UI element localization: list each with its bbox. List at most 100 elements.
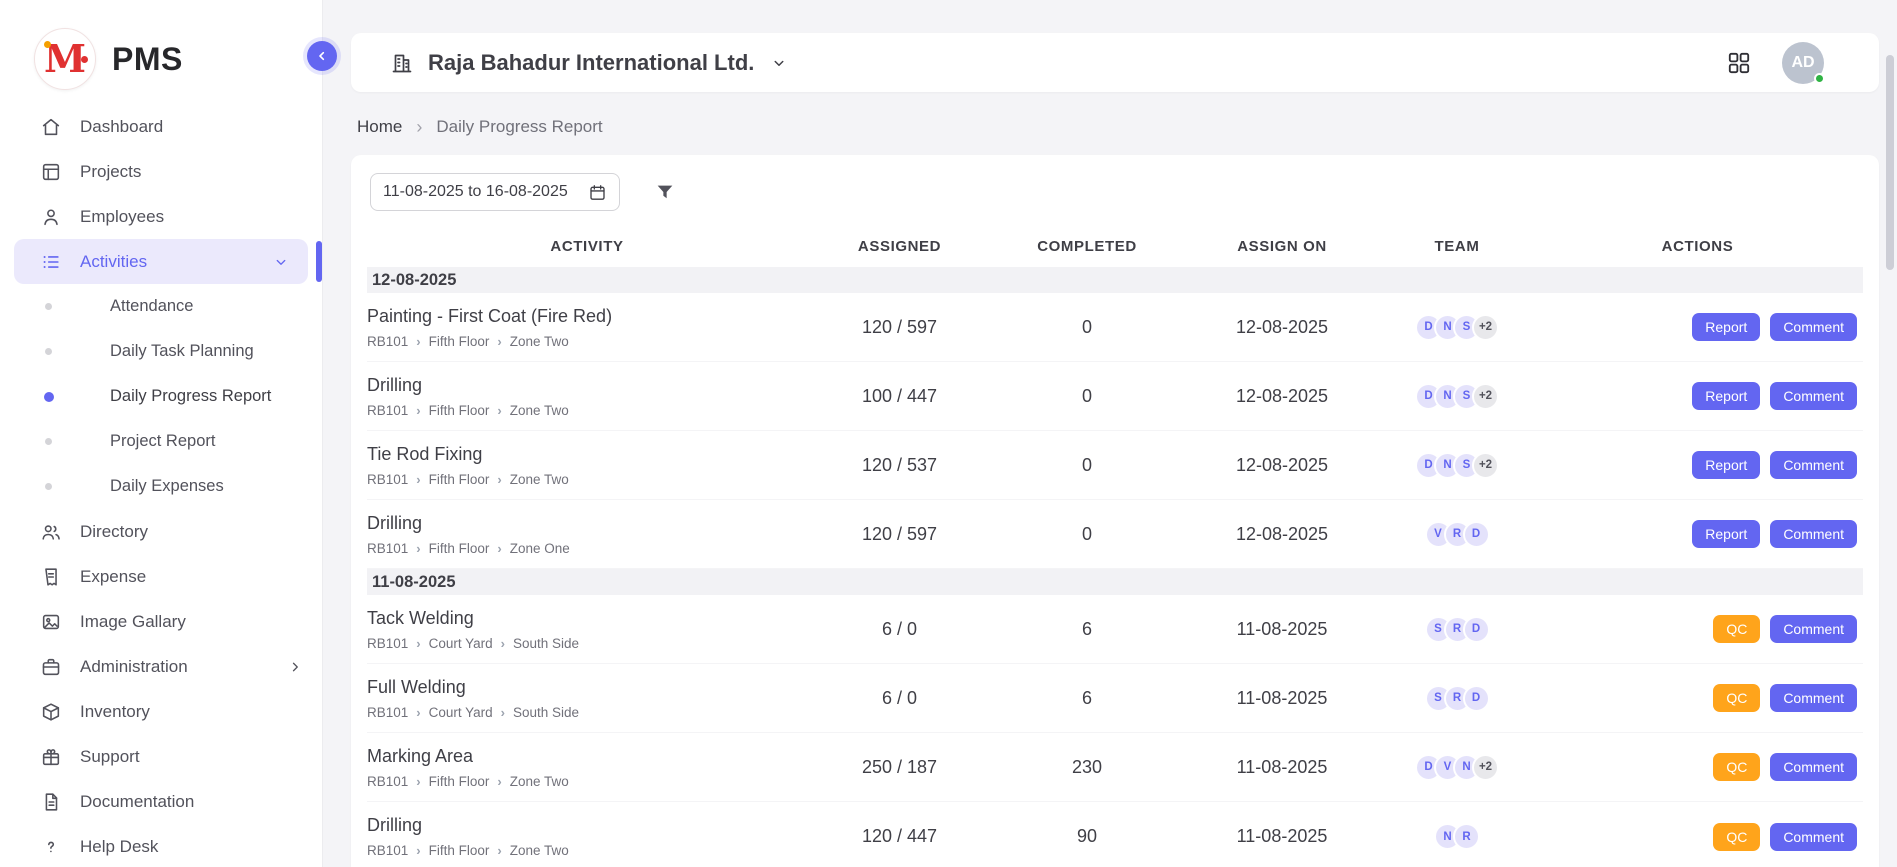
location-segment: Zone Two <box>510 774 569 789</box>
sidebar-subitem-daily-expenses[interactable]: Daily Expenses <box>0 464 322 509</box>
completed-value: 0 <box>992 524 1182 545</box>
user-avatar[interactable]: AD <box>1782 42 1824 84</box>
comment-button[interactable]: Comment <box>1770 520 1857 548</box>
sidebar-item-image-gallary[interactable]: Image Gallary <box>0 599 322 644</box>
completed-value: 6 <box>992 688 1182 709</box>
sidebar-subitem-attendance[interactable]: Attendance <box>0 284 322 329</box>
assigned-value: 250 / 187 <box>807 757 992 778</box>
assign-on-date: 11-08-2025 <box>1182 619 1382 640</box>
sidebar-item-directory[interactable]: Directory <box>0 509 322 554</box>
team-avatar-more[interactable]: +2 <box>1472 383 1499 410</box>
filter-funnel-icon[interactable] <box>654 181 676 203</box>
sidebar-subitem-project-report[interactable]: Project Report <box>0 419 322 464</box>
activity-title: Drilling <box>367 815 807 836</box>
comment-button[interactable]: Comment <box>1770 823 1857 851</box>
qc-button[interactable]: QC <box>1713 753 1760 781</box>
comment-button[interactable]: Comment <box>1770 753 1857 781</box>
main-content: Raja Bahadur International Ltd. AD Home … <box>323 0 1897 867</box>
receipt-icon <box>40 566 62 588</box>
team-avatar-more[interactable]: +2 <box>1472 754 1499 781</box>
chevron-right-icon <box>416 403 420 418</box>
sidebar-item-inventory[interactable]: Inventory <box>0 689 322 734</box>
qc-button[interactable]: QC <box>1713 684 1760 712</box>
team-avatars: D N S +2 <box>1382 452 1532 479</box>
chevron-right-icon <box>497 334 501 349</box>
sidebar-item-activities[interactable]: Activities <box>14 239 308 284</box>
comment-button[interactable]: Comment <box>1770 615 1857 643</box>
column-header-completed: Completed <box>992 238 1182 255</box>
comment-button[interactable]: Comment <box>1770 451 1857 479</box>
location-segment: Zone Two <box>510 403 569 418</box>
qc-button[interactable]: QC <box>1713 823 1760 851</box>
report-button[interactable]: Report <box>1692 520 1760 548</box>
activity-title: Tie Rod Fixing <box>367 444 807 465</box>
apps-grid-icon[interactable] <box>1726 50 1752 76</box>
activities-list-icon <box>40 251 62 273</box>
sidebar-item-employees[interactable]: Employees <box>0 194 322 239</box>
qc-button[interactable]: QC <box>1713 615 1760 643</box>
report-button[interactable]: Report <box>1692 313 1760 341</box>
image-icon <box>40 611 62 633</box>
box-icon <box>40 701 62 723</box>
vertical-scrollbar[interactable] <box>1886 55 1894 270</box>
comment-button[interactable]: Comment <box>1770 382 1857 410</box>
sidebar-collapse-button[interactable] <box>307 41 337 71</box>
sidebar-item-help-desk[interactable]: Help Desk <box>0 824 322 867</box>
chevron-right-icon <box>416 472 420 487</box>
projects-icon <box>40 161 62 183</box>
comment-button[interactable]: Comment <box>1770 684 1857 712</box>
assign-on-date: 12-08-2025 <box>1182 386 1382 407</box>
sidebar-item-label: Help Desk <box>80 837 158 857</box>
sidebar-subitem-daily-task-planning[interactable]: Daily Task Planning <box>0 329 322 374</box>
column-header-actions: Actions <box>1532 238 1863 255</box>
company-selector[interactable]: Raja Bahadur International Ltd. <box>390 50 788 76</box>
team-avatar-more[interactable]: +2 <box>1472 314 1499 341</box>
date-range-value: 11-08-2025 to 16-08-2025 <box>383 183 568 201</box>
sidebar-subitem-daily-progress-report[interactable]: Daily Progress Report <box>0 374 322 419</box>
sidebar-subitem-label: Daily Expenses <box>110 477 224 496</box>
location-segment: South Side <box>513 705 579 720</box>
report-button[interactable]: Report <box>1692 382 1760 410</box>
location-segment: Fifth Floor <box>429 843 490 858</box>
date-range-picker[interactable]: 11-08-2025 to 16-08-2025 <box>370 173 620 211</box>
assigned-value: 120 / 447 <box>807 826 992 847</box>
team-avatars: D N S +2 <box>1382 383 1532 410</box>
sidebar-item-administration[interactable]: Administration <box>0 644 322 689</box>
table-row: Tack Welding RB101 Court Yard South Side… <box>367 595 1863 664</box>
assigned-value: 120 / 537 <box>807 455 992 476</box>
sidebar-item-support[interactable]: Support <box>0 734 322 779</box>
table-row: Drilling RB101 Fifth Floor Zone Two 120 … <box>367 802 1863 867</box>
activity-location: RB101 Fifth Floor Zone One <box>367 541 807 556</box>
chevron-right-icon <box>497 472 501 487</box>
bullet-icon <box>45 483 52 490</box>
building-icon <box>390 51 414 75</box>
chevron-down-icon <box>770 54 788 72</box>
sidebar-item-label: Documentation <box>80 792 194 812</box>
gift-icon <box>40 746 62 768</box>
sidebar-item-documentation[interactable]: Documentation <box>0 779 322 824</box>
location-segment: RB101 <box>367 472 408 487</box>
sidebar-item-label: Expense <box>80 567 146 587</box>
assign-on-date: 12-08-2025 <box>1182 317 1382 338</box>
chevron-right-icon <box>497 843 501 858</box>
assigned-value: 120 / 597 <box>807 317 992 338</box>
column-header-activity: Activity <box>367 238 807 255</box>
assign-on-date: 12-08-2025 <box>1182 524 1382 545</box>
report-button[interactable]: Report <box>1692 451 1760 479</box>
sidebar-item-expense[interactable]: Expense <box>0 554 322 599</box>
table-row: Drilling RB101 Fifth Floor Zone One 120 … <box>367 500 1863 569</box>
comment-button[interactable]: Comment <box>1770 313 1857 341</box>
active-item-indicator <box>316 241 322 282</box>
team-avatar-more[interactable]: +2 <box>1472 452 1499 479</box>
location-segment: RB101 <box>367 403 408 418</box>
activity-title: Full Welding <box>367 677 807 698</box>
team-avatars: N R <box>1382 823 1532 850</box>
sidebar-item-projects[interactable]: Projects <box>0 149 322 194</box>
home-icon <box>40 116 62 138</box>
chevron-right-icon <box>501 705 505 720</box>
pms-logo-icon: M <box>34 28 96 90</box>
column-header-team: Team <box>1382 238 1532 255</box>
sidebar-item-dashboard[interactable]: Dashboard <box>0 104 322 149</box>
sidebar-item-label: Administration <box>80 657 188 677</box>
breadcrumb-home-link[interactable]: Home <box>357 117 402 137</box>
